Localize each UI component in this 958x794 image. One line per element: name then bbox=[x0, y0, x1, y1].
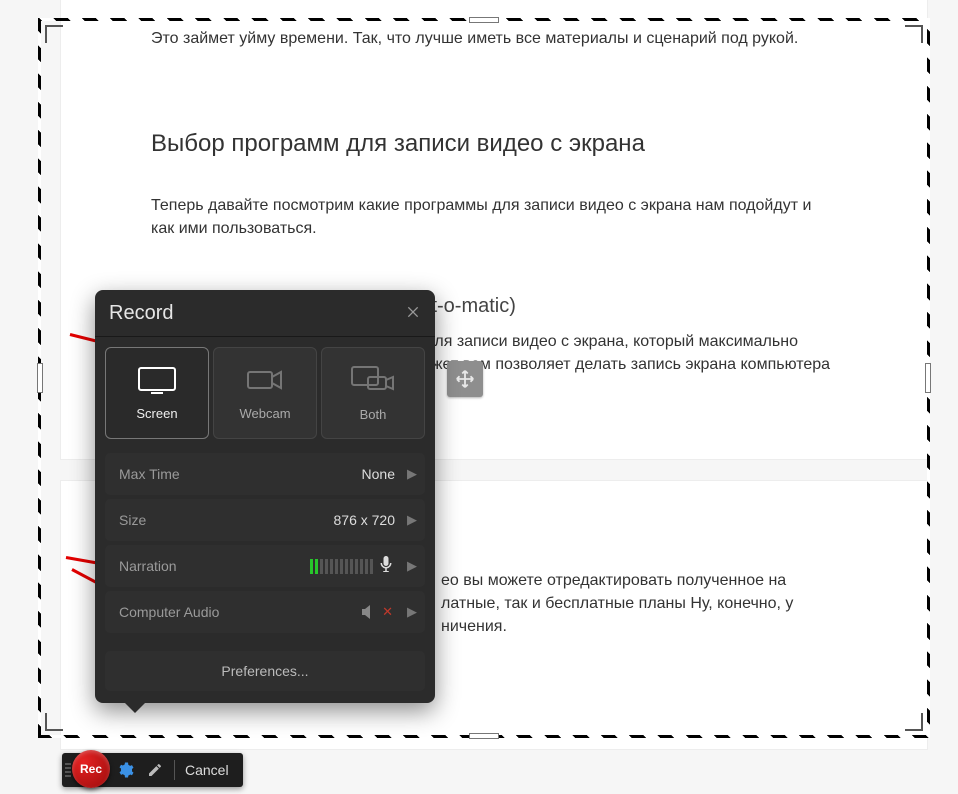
move-handle[interactable] bbox=[447, 361, 483, 397]
size-value: 876 x 720 bbox=[334, 512, 396, 528]
microphone-icon bbox=[379, 556, 393, 577]
mode-webcam-label: Webcam bbox=[239, 406, 290, 421]
row-computer-audio[interactable]: Computer Audio ✕ ▶ bbox=[105, 591, 425, 633]
recorder-toolbar[interactable]: Rec Cancel bbox=[62, 753, 243, 787]
mode-row: Screen Webcam Both bbox=[95, 337, 435, 449]
article-top-text: Это займет уйму времени. Так, что лучше … bbox=[151, 27, 837, 50]
article-heading: Выбор программ для записи видео с экрана bbox=[151, 130, 837, 158]
narration-meter bbox=[310, 559, 373, 574]
speaker-off-icon: ✕ bbox=[362, 604, 393, 620]
panel-header: Record bbox=[95, 290, 435, 337]
toolbar-separator bbox=[174, 760, 175, 780]
row-maxtime[interactable]: Max Time None ▶ bbox=[105, 453, 425, 495]
mode-both-label: Both bbox=[360, 407, 387, 422]
chevron-right-icon: ▶ bbox=[407, 604, 417, 620]
close-button[interactable] bbox=[405, 300, 421, 326]
webcam-icon bbox=[245, 366, 285, 394]
close-icon bbox=[405, 304, 421, 320]
panel-title: Record bbox=[109, 302, 173, 325]
chevron-right-icon: ▶ bbox=[407, 512, 417, 528]
article-intro: Теперь давайте посмотрим какие программы… bbox=[151, 194, 837, 240]
both-icon bbox=[350, 365, 396, 395]
chevron-right-icon: ▶ bbox=[407, 558, 417, 574]
article2-tail: ео вы можете отредактировать полученное … bbox=[441, 569, 793, 639]
preferences-label: Preferences... bbox=[221, 663, 308, 679]
move-icon bbox=[454, 368, 476, 390]
narration-label: Narration bbox=[119, 558, 310, 574]
mode-screen-label: Screen bbox=[136, 406, 177, 421]
resize-handle-left[interactable] bbox=[37, 363, 43, 393]
size-label: Size bbox=[119, 512, 334, 528]
chevron-right-icon: ▶ bbox=[407, 466, 417, 482]
preferences-button[interactable]: Preferences... bbox=[105, 651, 425, 691]
pencil-icon bbox=[147, 762, 163, 778]
mode-webcam[interactable]: Webcam bbox=[213, 347, 317, 439]
row-narration[interactable]: Narration ▶ bbox=[105, 545, 425, 587]
record-button[interactable]: Rec bbox=[72, 750, 110, 788]
maxtime-value: None bbox=[362, 466, 395, 482]
mode-both[interactable]: Both bbox=[321, 347, 425, 439]
cancel-button[interactable]: Cancel bbox=[179, 762, 235, 778]
record-panel: Record Screen Webcam Both Max Ti bbox=[95, 290, 435, 703]
gear-icon bbox=[116, 761, 134, 779]
draw-button[interactable] bbox=[140, 762, 170, 778]
maxtime-label: Max Time bbox=[119, 466, 362, 482]
settings-button[interactable] bbox=[110, 761, 140, 779]
settings-rows: Max Time None ▶ Size 876 x 720 ▶ Narrati… bbox=[95, 449, 435, 641]
screen-icon bbox=[137, 366, 177, 394]
record-label: Rec bbox=[80, 762, 102, 776]
computer-audio-label: Computer Audio bbox=[119, 604, 362, 620]
row-size[interactable]: Size 876 x 720 ▶ bbox=[105, 499, 425, 541]
mode-screen[interactable]: Screen bbox=[105, 347, 209, 439]
